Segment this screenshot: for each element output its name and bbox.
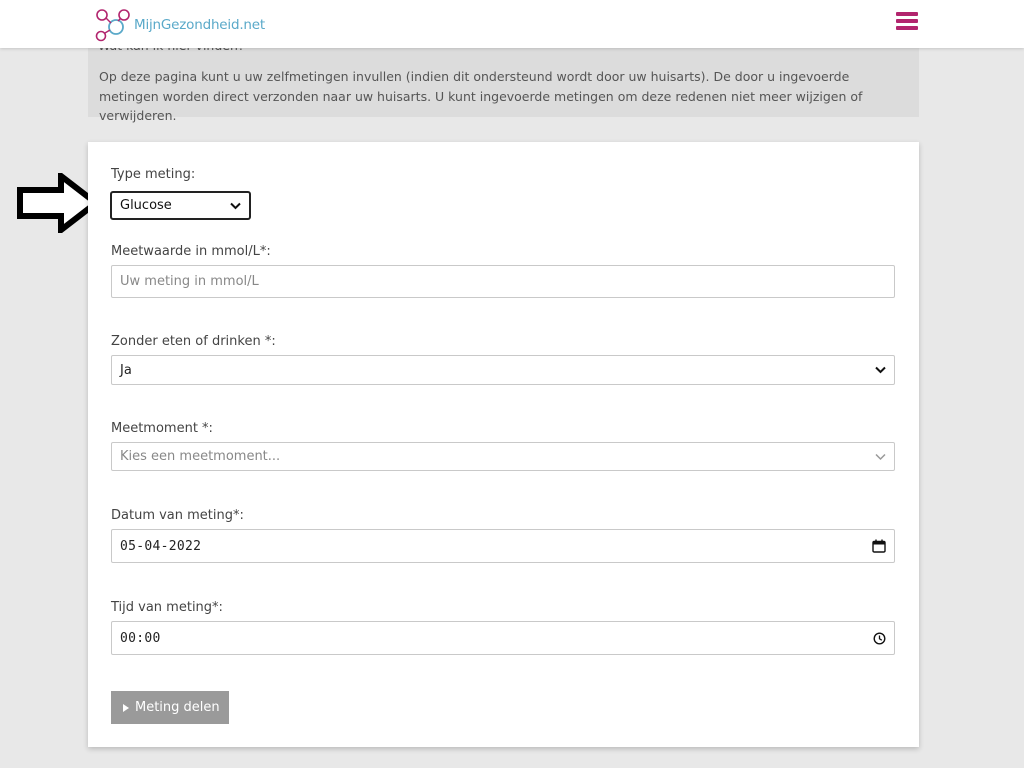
date-label: Datum van meting*: [111, 508, 244, 523]
moment-label: Meetmoment *: [111, 421, 213, 436]
time-label: Tijd van meting*: [111, 600, 223, 615]
hamburger-menu-icon[interactable] [896, 12, 918, 32]
measurement-form: Type meting: Glucose Meetwaarde in mmol/… [88, 142, 919, 747]
arrow-right-icon [17, 173, 99, 233]
type-label: Type meting: [111, 167, 196, 182]
calendar-icon[interactable] [872, 539, 886, 553]
logo-text: MijnGezondheid.net [134, 17, 265, 33]
time-input[interactable]: 00:00 [111, 621, 895, 655]
value-placeholder: Uw meting in mmol/L [120, 274, 259, 289]
type-select[interactable]: Glucose [110, 191, 251, 220]
date-value: 05-04-2022 [120, 538, 202, 554]
submit-label: Meting delen [135, 700, 220, 715]
clock-icon[interactable] [873, 631, 886, 645]
submit-measurement-button[interactable]: Meting delen [111, 691, 229, 724]
value-input[interactable]: Uw meting in mmol/L [111, 265, 895, 298]
moment-placeholder: Kies een meetmoment... [120, 449, 281, 464]
site-logo[interactable]: MijnGezondheid.net [95, 7, 265, 43]
chevron-down-icon [875, 453, 886, 460]
caret-right-icon [123, 703, 129, 712]
type-value: Glucose [120, 198, 172, 213]
site-header: MijnGezondheid.net [0, 0, 1024, 48]
date-input[interactable]: 05-04-2022 [111, 529, 895, 563]
chevron-down-icon [875, 366, 886, 374]
logo-mark-icon [95, 9, 130, 42]
fasting-value: Ja [120, 362, 132, 378]
chevron-down-icon [230, 202, 241, 209]
fasting-label: Zonder eten of drinken *: [111, 334, 276, 349]
value-label: Meetwaarde in mmol/L*: [111, 244, 271, 259]
time-value: 00:00 [120, 630, 161, 646]
moment-select[interactable]: Kies een meetmoment... [111, 442, 895, 471]
fasting-select[interactable]: Ja [111, 355, 895, 385]
info-text: Op deze pagina kunt u uw zelfmetingen in… [99, 69, 863, 123]
